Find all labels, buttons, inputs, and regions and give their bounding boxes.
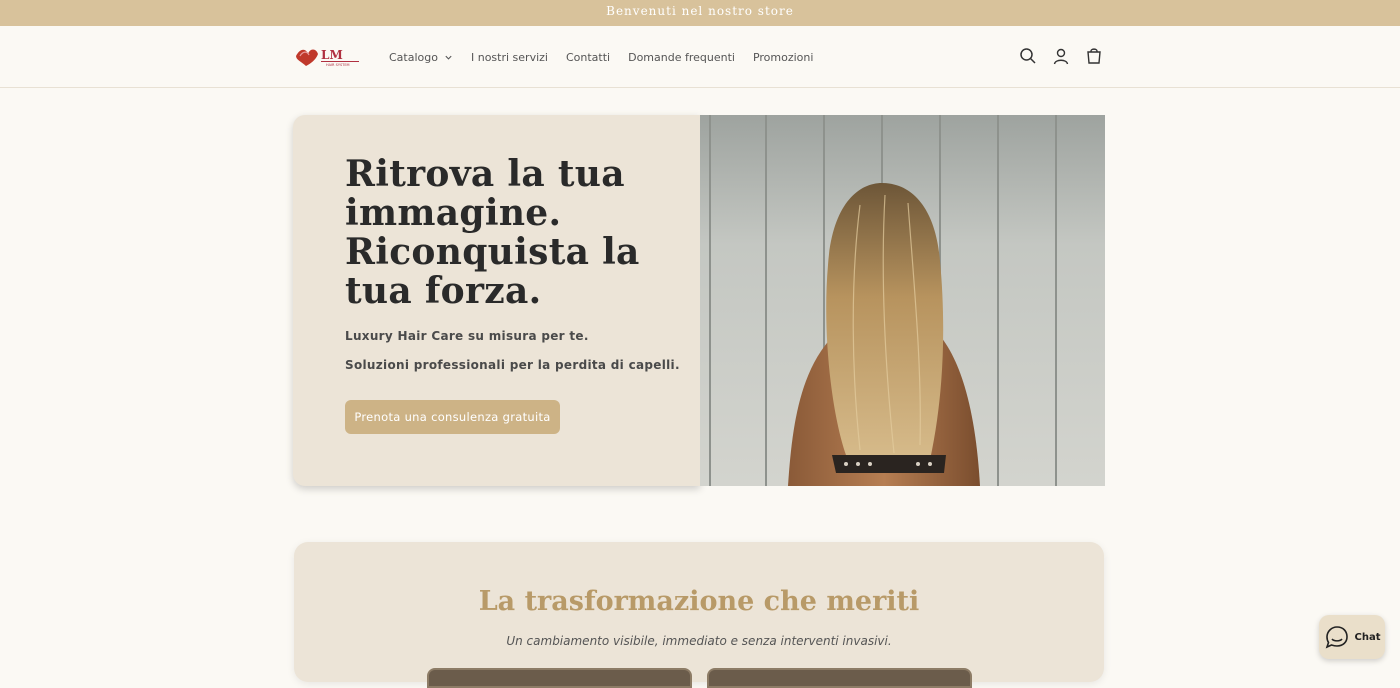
transformation-section: La trasformazione che meriti Un cambiame…	[294, 542, 1104, 688]
after-image	[707, 668, 972, 688]
nav-label: Domande frequenti	[628, 50, 735, 64]
account-icon[interactable]	[1050, 42, 1071, 70]
header-icons	[1017, 42, 1104, 70]
hero-image	[700, 115, 1105, 486]
book-consultation-button[interactable]: Prenota una consulenza gratuita	[345, 400, 560, 434]
transformation-title: La trasformazione che meriti	[478, 586, 920, 617]
nav-catalogo[interactable]: Catalogo	[380, 51, 462, 64]
svg-text:LM: LM	[321, 48, 343, 62]
announcement-text: Benvenuti nel nostro store	[606, 4, 794, 18]
announcement-bar: Benvenuti nel nostro store	[0, 0, 1400, 26]
hero-banner: Ritrova la tua immagine. Riconquista la …	[293, 115, 1105, 486]
svg-text:HAIR SYSTEM: HAIR SYSTEM	[326, 63, 350, 67]
nav-label: Promozioni	[752, 50, 814, 64]
nav-contatti[interactable]: Contatti	[557, 51, 619, 64]
nav-label: Catalogo	[389, 50, 438, 64]
site-header: LM HAIR SYSTEM Catalogo I nostri servizi…	[0, 26, 1400, 88]
hero-title: Ritrova la tua immagine. Riconquista la …	[345, 153, 640, 312]
hero-text-panel: Ritrova la tua immagine. Riconquista la …	[293, 115, 700, 486]
nav-label: I nostri servizi	[470, 50, 548, 64]
main-nav: Catalogo I nostri servizi Contatti Doman…	[380, 26, 822, 88]
before-image	[427, 668, 692, 688]
transformation-subtitle: Un cambiamento visibile, immediato e sen…	[506, 634, 892, 648]
chat-button[interactable]: Chat	[1319, 615, 1385, 659]
nav-promozioni[interactable]: Promozioni	[744, 51, 822, 64]
site-logo[interactable]: LM HAIR SYSTEM	[294, 44, 362, 68]
chat-label: Chat	[1354, 631, 1381, 643]
nav-label: Contatti	[565, 50, 611, 64]
hero-subtitle-1: Luxury Hair Care su misura per te.	[345, 329, 589, 343]
cart-icon[interactable]	[1083, 42, 1104, 70]
chevron-down-icon	[445, 55, 452, 60]
nav-faq[interactable]: Domande frequenti	[619, 51, 744, 64]
search-icon[interactable]	[1017, 42, 1038, 70]
chat-bubble-icon	[1325, 626, 1348, 649]
nav-servizi[interactable]: I nostri servizi	[462, 51, 557, 64]
hero-subtitle-2: Soluzioni professionali per la perdita d…	[345, 358, 680, 372]
